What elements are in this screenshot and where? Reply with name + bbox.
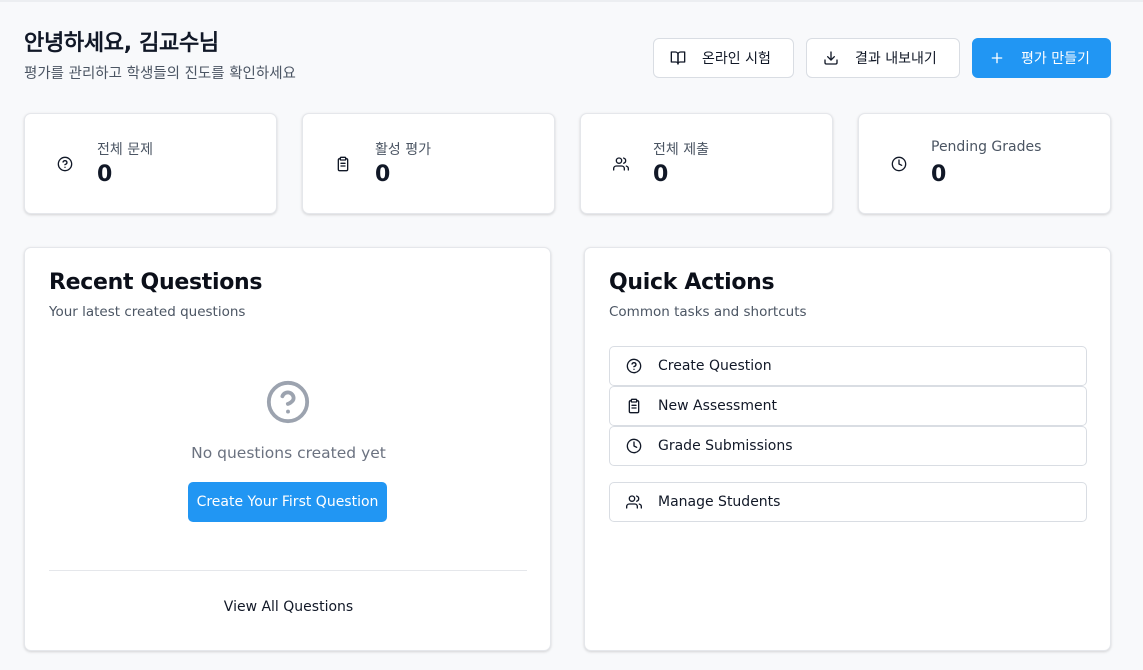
- quick-action-create-question[interactable]: Create Question: [609, 346, 1087, 386]
- stat-value: 0: [375, 162, 391, 187]
- stat-value: 0: [97, 162, 113, 187]
- quick-actions-panel: Quick Actions Common tasks and shortcuts…: [584, 247, 1111, 651]
- stat-label: 전체 제출: [653, 142, 709, 158]
- quick-action-new-assessment[interactable]: New Assessment: [609, 386, 1087, 426]
- help-circle-icon: [626, 358, 642, 374]
- users-icon: [613, 156, 629, 172]
- stat-card-active-assessments: 활성 평가 0: [302, 113, 555, 214]
- users-icon: [626, 494, 642, 510]
- create-assessment-label: 평가 만들기: [1021, 51, 1090, 67]
- stats-row: 전체 문제 0 활성 평가 0 전체 제출 0 Pending Grades 0: [24, 113, 1111, 214]
- stat-card-total-questions: 전체 문제 0: [24, 113, 277, 214]
- recent-questions-panel: Recent Questions Your latest created que…: [24, 247, 551, 651]
- help-circle-icon: [265, 379, 311, 425]
- create-assessment-button[interactable]: 평가 만들기: [972, 38, 1111, 78]
- stat-label: 전체 문제: [97, 142, 153, 158]
- online-exam-label: 온라인 시험: [702, 51, 771, 67]
- recent-questions-subtitle: Your latest created questions: [49, 304, 246, 320]
- stat-value: 0: [931, 162, 947, 187]
- view-all-questions-link[interactable]: View All Questions: [25, 599, 552, 615]
- export-results-label: 결과 내보내기: [855, 51, 937, 67]
- clock-icon: [891, 156, 907, 172]
- empty-state-text: No questions created yet: [191, 444, 386, 462]
- divider: [49, 570, 527, 571]
- stat-value: 0: [653, 162, 669, 187]
- stat-label: 활성 평가: [375, 142, 431, 158]
- quick-action-grade-submissions[interactable]: Grade Submissions: [609, 426, 1087, 466]
- help-circle-icon: [57, 156, 73, 172]
- create-first-question-button[interactable]: Create Your First Question: [188, 482, 387, 522]
- quick-actions-subtitle: Common tasks and shortcuts: [609, 304, 807, 320]
- top-border: [0, 0, 1143, 2]
- quick-action-label: Grade Submissions: [658, 438, 793, 454]
- quick-action-label: New Assessment: [658, 398, 777, 414]
- stat-card-total-submissions: 전체 제출 0: [580, 113, 833, 214]
- clipboard-icon: [335, 156, 351, 172]
- recent-questions-title: Recent Questions: [49, 270, 263, 295]
- quick-actions-title: Quick Actions: [609, 270, 775, 295]
- clipboard-icon: [626, 398, 642, 414]
- clock-icon: [626, 438, 642, 454]
- stat-label: Pending Grades: [931, 139, 1042, 155]
- header-actions: 온라인 시험 결과 내보내기 평가 만들기: [653, 38, 1111, 78]
- download-icon: [823, 50, 839, 66]
- quick-action-manage-students[interactable]: Manage Students: [609, 482, 1087, 522]
- plus-icon: [989, 50, 1005, 66]
- book-open-icon: [670, 50, 686, 66]
- quick-action-label: Create Question: [658, 358, 772, 374]
- online-exam-button[interactable]: 온라인 시험: [653, 38, 794, 78]
- page-header: 안녕하세요, 김교수님 평가를 관리하고 학생들의 진도를 확인하세요 온라인 …: [24, 28, 1111, 88]
- stat-card-pending-grades: Pending Grades 0: [858, 113, 1111, 214]
- quick-action-label: Manage Students: [658, 494, 781, 510]
- export-results-button[interactable]: 결과 내보내기: [806, 38, 960, 78]
